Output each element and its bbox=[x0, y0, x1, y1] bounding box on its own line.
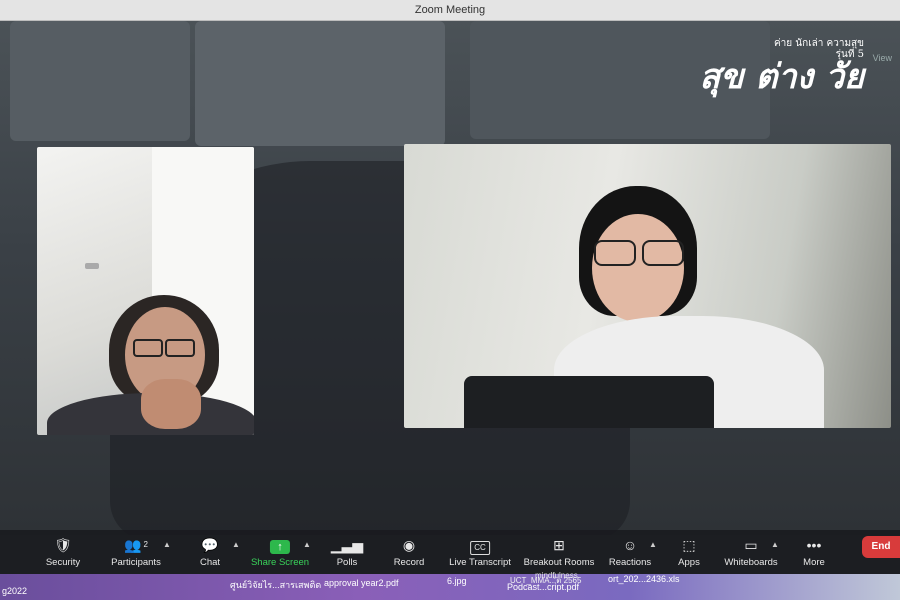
end-meeting-button[interactable]: End bbox=[862, 536, 900, 558]
download-item[interactable]: approval year2.pdf bbox=[324, 578, 399, 588]
shield-icon: 🛡 bbox=[54, 537, 72, 553]
record-icon: ◉ bbox=[402, 537, 416, 553]
reactions-button[interactable]: ☺ Reactions bbox=[609, 536, 651, 568]
breakout-rooms-button[interactable]: ⊞ Breakout Rooms bbox=[524, 536, 595, 568]
participant-video-tile-1[interactable] bbox=[37, 147, 254, 435]
share-screen-icon: ↑ bbox=[251, 536, 309, 554]
participants-label: Participants bbox=[111, 557, 161, 568]
logo-main-text: สุข ต่าง วัย bbox=[699, 57, 864, 97]
smiley-icon: ☺ bbox=[622, 537, 638, 553]
participants-icon: 👥 2 bbox=[124, 537, 148, 553]
share-screen-label: Share Screen bbox=[250, 557, 310, 568]
participants-button[interactable]: 👥 2 Participants bbox=[111, 536, 161, 568]
cc-icon: CC bbox=[449, 536, 511, 555]
background-reflection bbox=[10, 21, 190, 141]
chat-icon: 💬 bbox=[201, 537, 219, 553]
glasses-icon bbox=[594, 240, 636, 266]
share-screen-button[interactable]: ↑ Share Screen bbox=[251, 536, 309, 568]
glasses-icon bbox=[642, 240, 684, 266]
apps-button[interactable]: ⬚ Apps bbox=[678, 536, 700, 568]
view-button[interactable]: View bbox=[873, 53, 892, 63]
participants-chevron-up-icon[interactable]: ▲ bbox=[163, 540, 171, 549]
ceiling-lamp bbox=[85, 263, 99, 269]
whiteboards-chevron-up-icon[interactable]: ▲ bbox=[771, 540, 779, 549]
polls-label: Polls bbox=[336, 557, 358, 568]
view-label: View bbox=[872, 53, 892, 63]
apps-label: Apps bbox=[678, 557, 700, 568]
polls-icon: ▁▃▅ bbox=[330, 537, 364, 553]
whiteboard-icon: ▭ bbox=[744, 537, 758, 553]
share-chevron-up-icon[interactable]: ▲ bbox=[303, 540, 311, 549]
live-transcript-button[interactable]: CC Live Transcript bbox=[449, 536, 511, 568]
reactions-chevron-up-icon[interactable]: ▲ bbox=[649, 540, 657, 549]
download-item[interactable]: 6.jpg bbox=[447, 576, 467, 586]
download-item[interactable]: g2022 bbox=[2, 586, 27, 596]
phone-in-hand bbox=[464, 376, 714, 428]
chat-label: Chat bbox=[199, 557, 221, 568]
camp-logo: ค่าย นักเล่า ความสุข รุ่นที่ 5 สุข ต่าง … bbox=[699, 38, 864, 97]
end-label: End bbox=[871, 541, 891, 552]
reactions-label: Reactions bbox=[608, 557, 652, 568]
logo-side-text: ค่าย นักเล่า ความสุข bbox=[773, 38, 864, 49]
window-titlebar: Zoom Meeting bbox=[0, 0, 900, 21]
background-reflection bbox=[195, 21, 445, 146]
window-title: Zoom Meeting bbox=[414, 4, 486, 16]
downloads-bar: g2022 ศูนย์วิจัยไร...สารเสพติด approval … bbox=[0, 571, 900, 600]
participants-count: 2 bbox=[143, 540, 148, 549]
chat-button[interactable]: 💬 Chat bbox=[200, 536, 220, 568]
download-item[interactable]: ort_202...2436.xls bbox=[608, 574, 680, 584]
chat-chevron-up-icon[interactable]: ▲ bbox=[232, 540, 240, 549]
whiteboards-label: Whiteboards bbox=[724, 557, 778, 568]
live-transcript-label: Live Transcript bbox=[449, 557, 511, 568]
security-label: Security bbox=[45, 557, 81, 568]
record-label: Record bbox=[393, 557, 425, 568]
ellipsis-icon: ••• bbox=[806, 537, 822, 553]
polls-button[interactable]: ▁▃▅ Polls bbox=[331, 536, 363, 568]
participant-video-tile-2[interactable] bbox=[404, 144, 891, 428]
download-item-subtitle: mindfulness bbox=[535, 571, 578, 580]
breakout-rooms-label: Breakout Rooms bbox=[523, 557, 595, 568]
whiteboards-button[interactable]: ▭ Whiteboards bbox=[724, 536, 777, 568]
more-label: More bbox=[803, 557, 825, 568]
breakout-rooms-icon: ⊞ bbox=[553, 537, 565, 553]
glasses-icon bbox=[133, 339, 163, 357]
participant-hand bbox=[141, 379, 201, 429]
security-button[interactable]: 🛡 Security bbox=[46, 536, 80, 568]
participant-face bbox=[592, 214, 684, 322]
glasses-icon bbox=[165, 339, 195, 357]
download-item[interactable]: Podcast...cript.pdf bbox=[507, 582, 579, 592]
download-item[interactable]: ศูนย์วิจัยไร...สารเสพติด bbox=[230, 578, 321, 592]
apps-icon: ⬚ bbox=[682, 537, 696, 553]
record-button[interactable]: ◉ Record bbox=[394, 536, 425, 568]
more-button[interactable]: ••• More bbox=[803, 536, 825, 568]
meeting-stage: ค่าย นักเล่า ความสุข รุ่นที่ 5 สุข ต่าง … bbox=[0, 21, 900, 535]
